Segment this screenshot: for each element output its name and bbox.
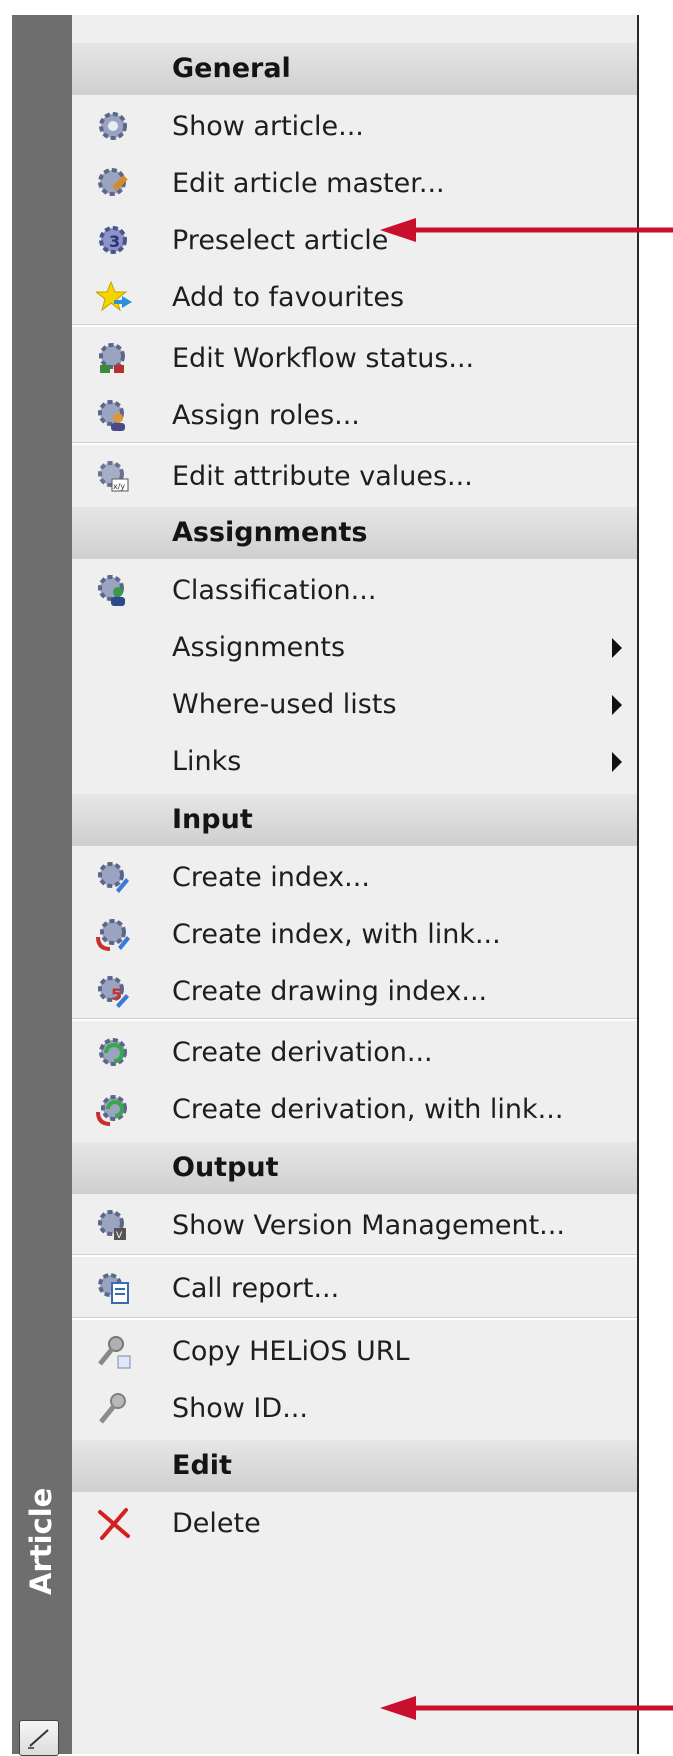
section-header-assignments: Assignments xyxy=(72,507,637,559)
menu-item-create-index-with-link[interactable]: Create index, with link... xyxy=(72,903,637,966)
context-menu: General Show article... Edit article mas… xyxy=(72,15,639,1754)
sidebar: Article xyxy=(12,15,72,1756)
menu-item-label: Assign roles... xyxy=(172,400,360,431)
svg-text:3: 3 xyxy=(109,232,120,251)
submenu-arrow-icon xyxy=(612,638,622,658)
menu-item-show-article[interactable]: Show article... xyxy=(72,95,637,158)
menu-item-label: Edit attribute values... xyxy=(172,461,473,492)
gear-workflow-icon xyxy=(96,341,132,377)
gear-attributes-icon: x/y xyxy=(96,459,132,495)
gear-view-icon xyxy=(96,109,132,145)
menu-item-label: Show ID... xyxy=(172,1393,308,1424)
menu-item-create-derivation-with-link[interactable]: Create derivation, with link... xyxy=(72,1078,637,1141)
menu-item-label: Create derivation, with link... xyxy=(172,1094,564,1125)
menu-item-create-derivation[interactable]: Create derivation... xyxy=(72,1021,637,1084)
menu-item-label: Classification... xyxy=(172,575,377,606)
menu-item-edit-workflow-status[interactable]: Edit Workflow status... xyxy=(72,327,637,390)
gear-drawing-index-icon: 5 xyxy=(96,974,132,1010)
gear-user-icon xyxy=(96,398,132,434)
menu-item-assign-roles[interactable]: Assign roles... xyxy=(72,384,637,447)
gear-index-link-icon xyxy=(96,917,132,953)
sidebar-title: Article xyxy=(24,1487,58,1595)
gear-version-icon: V xyxy=(96,1208,132,1244)
section-header-input: Input xyxy=(72,794,637,846)
pencil-icon[interactable] xyxy=(19,1720,59,1756)
red-x-icon xyxy=(96,1506,132,1542)
menu-item-assignments[interactable]: Assignments xyxy=(72,616,637,679)
menu-item-label: Create index... xyxy=(172,862,370,893)
menu-item-create-drawing-index[interactable]: 5 Create drawing index... xyxy=(72,960,637,1023)
menu-item-label: Create index, with link... xyxy=(172,919,501,950)
gear-derivation-icon xyxy=(96,1035,132,1071)
menu-item-label: Show Version Management... xyxy=(172,1210,565,1241)
submenu-arrow-icon xyxy=(612,752,622,772)
menu-item-show-id[interactable]: Show ID... xyxy=(72,1377,637,1440)
gear-3-icon: 3 xyxy=(96,223,132,259)
menu-item-label: Links xyxy=(172,746,242,777)
gear-derivation-link-icon xyxy=(96,1092,132,1128)
menu-item-links[interactable]: Links xyxy=(72,730,637,793)
section-header-edit: Edit xyxy=(72,1440,637,1492)
menu-item-create-index[interactable]: Create index... xyxy=(72,846,637,909)
menu-item-call-report[interactable]: Call report... xyxy=(72,1257,637,1320)
menu-item-label: Assignments xyxy=(172,632,346,663)
submenu-arrow-icon xyxy=(612,695,622,715)
menu-item-label: Add to favourites xyxy=(172,282,405,313)
menu-item-label: Edit Workflow status... xyxy=(172,343,475,374)
menu-item-edit-article-master[interactable]: Edit article master... xyxy=(72,152,637,215)
annotation-arrow-icon xyxy=(380,1696,673,1720)
menu-item-add-to-favourites[interactable]: Add to favourites xyxy=(72,266,637,329)
menu-item-delete[interactable]: Delete xyxy=(72,1492,637,1555)
menu-item-label: Show article... xyxy=(172,111,364,142)
menu-item-show-version-management[interactable]: V Show Version Management... xyxy=(72,1194,637,1257)
menu-item-copy-helios-url[interactable]: Copy HELiOS URL xyxy=(72,1320,637,1383)
menu-item-label: Preselect article xyxy=(172,225,389,256)
menu-item-classification[interactable]: Classification... xyxy=(72,559,637,622)
menu-item-label: Create derivation... xyxy=(172,1037,433,1068)
annotation-arrow-icon xyxy=(380,218,673,242)
menu-item-label: Edit article master... xyxy=(172,168,445,199)
menu-item-label: Copy HELiOS URL xyxy=(172,1336,410,1367)
key-copy-icon xyxy=(96,1334,132,1370)
svg-text:V: V xyxy=(116,1231,123,1241)
key-icon xyxy=(96,1391,132,1427)
section-header-general: General xyxy=(72,43,637,95)
section-header-output: Output xyxy=(72,1142,637,1194)
gear-pencil-icon xyxy=(96,166,132,202)
gear-report-icon xyxy=(96,1271,132,1307)
svg-text:x/y: x/y xyxy=(113,482,125,491)
menu-item-where-used-lists[interactable]: Where-used lists xyxy=(72,673,637,736)
menu-item-label: Delete xyxy=(172,1508,261,1539)
gear-index-icon xyxy=(96,860,132,896)
menu-item-label: Call report... xyxy=(172,1273,340,1304)
star-arrow-icon xyxy=(94,280,132,316)
gear-classification-icon xyxy=(96,573,132,609)
menu-item-edit-attribute-values[interactable]: x/y Edit attribute values... xyxy=(72,445,637,508)
menu-item-label: Where-used lists xyxy=(172,689,397,720)
menu-item-label: Create drawing index... xyxy=(172,976,488,1007)
